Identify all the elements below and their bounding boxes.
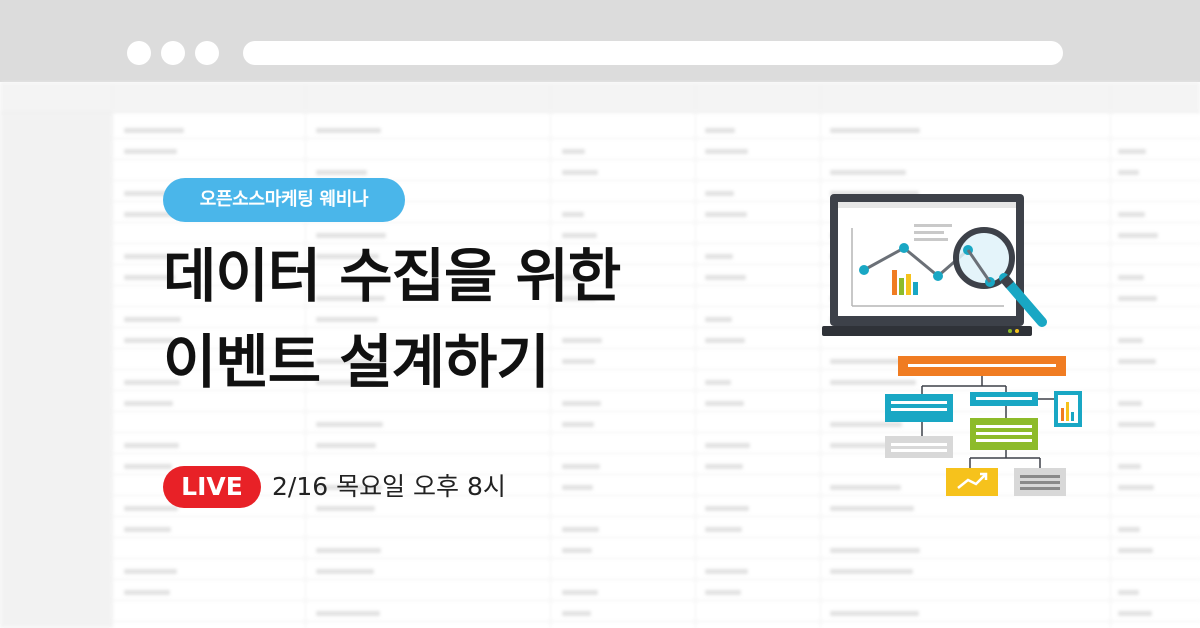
background-cell-text xyxy=(830,569,913,574)
background-cell-text xyxy=(562,611,591,616)
background-cell-text xyxy=(124,590,170,595)
background-cell-text xyxy=(1118,548,1153,553)
background-cell-text xyxy=(705,401,744,406)
background-cell-text xyxy=(830,548,920,553)
background-cell-text xyxy=(124,443,179,448)
background-cell-text xyxy=(1118,233,1158,238)
background-cell-text xyxy=(124,401,173,406)
background-cell-text xyxy=(705,317,732,322)
background-cell-text xyxy=(562,170,598,175)
background-cell-text xyxy=(562,590,598,595)
background-cell-text xyxy=(316,611,380,616)
browser-title-bar xyxy=(0,0,1200,82)
background-row-divider xyxy=(112,558,1200,559)
background-cell-text xyxy=(562,401,601,406)
background-cell-text xyxy=(316,422,383,427)
background-cell-text xyxy=(316,569,374,574)
background-row-divider xyxy=(112,600,1200,601)
background-cell-text xyxy=(705,527,742,532)
background-cell-text xyxy=(705,191,734,196)
background-column-divider xyxy=(112,82,113,628)
background-column-divider xyxy=(1110,82,1111,628)
webinar-tag: 오픈소스마케팅 웨비나 xyxy=(163,178,405,222)
schedule-text: 2/16 목요일 오후 8시 xyxy=(272,472,506,501)
background-cell-text xyxy=(124,506,178,511)
live-badge: LIVE xyxy=(163,466,261,508)
address-bar[interactable] xyxy=(243,41,1063,65)
background-cell-text xyxy=(124,128,184,133)
background-cell-text xyxy=(1118,338,1143,343)
background-cell-text xyxy=(562,527,599,532)
background-cell-text xyxy=(1118,401,1142,406)
background-cell-text xyxy=(705,464,743,469)
background-row-divider xyxy=(112,621,1200,622)
document-icon xyxy=(1014,468,1066,496)
background-cell-text xyxy=(705,443,750,448)
background-cell-text xyxy=(1118,485,1154,490)
background-cell-text xyxy=(1118,590,1139,595)
background-cell-text xyxy=(1118,296,1157,301)
background-cell-text xyxy=(562,464,600,469)
background-cell-text xyxy=(1118,464,1141,469)
background-cell-text xyxy=(316,548,381,553)
window-control-dot-icon[interactable] xyxy=(127,41,151,65)
background-cell-text xyxy=(1118,359,1156,364)
background-cell-text xyxy=(562,422,594,427)
background-cell-text xyxy=(316,317,378,322)
background-row-divider xyxy=(112,516,1200,517)
background-cell-text xyxy=(562,548,592,553)
background-cell-text xyxy=(124,317,181,322)
background-cell-text xyxy=(562,149,585,154)
background-cell-text xyxy=(124,149,177,154)
background-cell-text xyxy=(705,506,749,511)
background-cell-text xyxy=(1118,611,1152,616)
title-line-1: 데이터 수집을 위한 xyxy=(163,242,621,310)
background-cell-text xyxy=(316,443,376,448)
flowchart-icon xyxy=(885,356,1066,468)
background-cell-text xyxy=(562,233,597,238)
background-cell-text xyxy=(830,128,920,133)
background-cell-text xyxy=(705,590,741,595)
background-cell-text xyxy=(1118,422,1155,427)
background-cell-text xyxy=(830,611,919,616)
background-cell-text xyxy=(1118,212,1145,217)
background-cell-text xyxy=(1118,275,1144,280)
bar-chart-icon xyxy=(1054,391,1082,427)
background-row-divider xyxy=(112,159,1200,160)
analytics-illustration xyxy=(822,194,1082,496)
background-cell-text xyxy=(705,212,747,217)
background-cell-text xyxy=(124,569,177,574)
background-cell-text xyxy=(830,170,906,175)
title-line-2: 이벤트 설계하기 xyxy=(163,328,550,396)
background-cell-text xyxy=(1118,170,1139,175)
background-header-row xyxy=(0,82,1200,113)
background-cell-text xyxy=(316,128,381,133)
background-row-divider xyxy=(112,537,1200,538)
trend-chart-icon xyxy=(946,468,998,496)
background-cell-text xyxy=(1118,149,1146,154)
background-sidebar xyxy=(0,82,112,628)
background-cell-text xyxy=(124,464,172,469)
background-cell-text xyxy=(316,170,367,175)
background-cell-text xyxy=(705,569,748,574)
background-cell-text xyxy=(1118,527,1140,532)
window-control-dot-icon[interactable] xyxy=(161,41,185,65)
background-cell-text xyxy=(562,485,593,490)
background-row-divider xyxy=(112,138,1200,139)
background-cell-text xyxy=(124,527,171,532)
background-cell-text xyxy=(562,212,584,217)
background-cell-text xyxy=(705,149,748,154)
background-row-divider xyxy=(112,579,1200,580)
background-cell-text xyxy=(705,128,735,133)
background-cell-text xyxy=(316,233,386,238)
window-control-dot-icon[interactable] xyxy=(195,41,219,65)
